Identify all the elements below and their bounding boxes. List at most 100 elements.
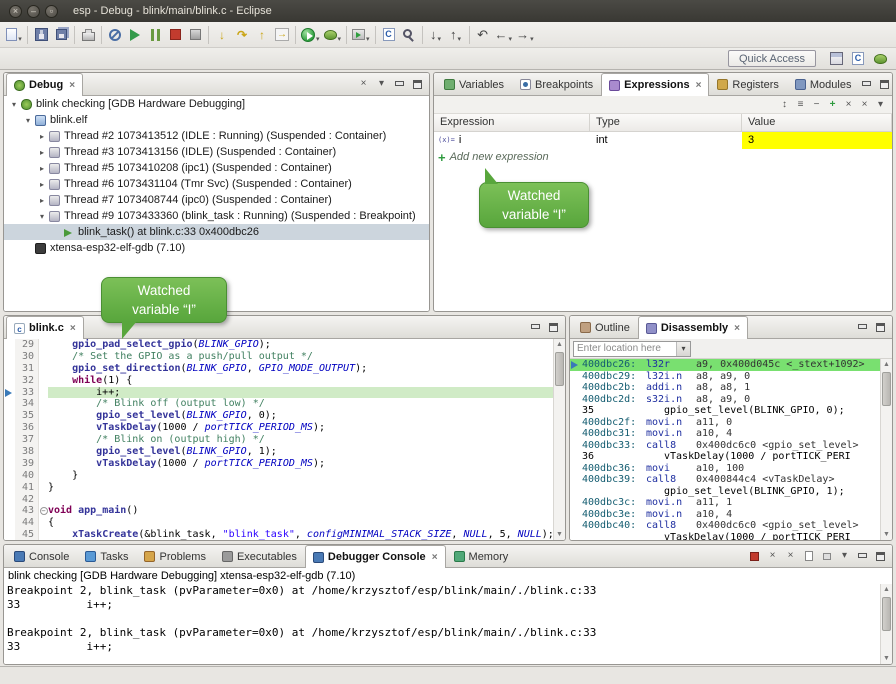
debug-tree-item[interactable]: ▾Thread #9 1073433360 (blink_task : Runn… [4,208,429,224]
debug-tree-item[interactable]: blink_task() at blink.c:33 0x400dbc26 [4,224,429,240]
breakpoint-gutter[interactable] [4,422,15,434]
disassembly-line[interactable]: 400dbc2d:s32i.na8, a9, 0 [570,394,880,406]
breakpoint-gutter[interactable] [4,482,15,494]
scrollbar-thumb[interactable] [882,597,891,631]
disassembly-line[interactable]: vTaskDelay(1000 / portTICK_PERI [570,532,880,541]
minimize-icon[interactable] [392,76,407,92]
minimize-icon[interactable] [859,76,874,92]
scroll-up-icon[interactable]: ▲ [881,584,892,595]
view-menu-icon[interactable]: ▾ [374,76,389,92]
add-new-expression-icon[interactable]: + [825,97,840,113]
show-type-names-icon[interactable]: ↕ [777,97,792,113]
next-annotation-button[interactable]: ↓▾ [426,24,446,46]
breakpoint-gutter[interactable] [4,351,15,363]
terminate-icon[interactable] [747,548,762,564]
debug-button[interactable]: ▾ [322,24,344,46]
save-button[interactable] [31,24,51,46]
breakpoint-gutter[interactable] [4,434,15,446]
tab-console[interactable]: Console [6,545,77,567]
code-text[interactable]: xTaskCreate(&blink_task, "blink_task", c… [48,529,553,540]
breakpoint-gutter[interactable] [4,398,15,410]
close-tab-icon[interactable]: × [69,80,75,91]
close-tab-icon[interactable]: × [734,323,740,334]
breakpoint-gutter[interactable] [4,363,15,375]
scrollbar-thumb[interactable] [882,372,891,406]
code-text[interactable]: void app_main() [48,505,553,517]
expand-icon[interactable]: ▸ [36,148,48,157]
expand-icon[interactable]: ▸ [36,164,48,173]
remove-launch-icon[interactable]: × [765,548,780,564]
breakpoint-gutter[interactable] [4,410,15,422]
breakpoint-gutter[interactable] [4,505,15,517]
instruction-stepping-button[interactable]: → [272,24,292,46]
external-tools-button[interactable]: ▾ [350,24,372,46]
code-text[interactable]: /* Blink off (output low) */ [48,398,553,410]
breakpoint-gutter[interactable] [4,339,15,351]
breakpoint-gutter[interactable] [4,446,15,458]
scroll-up-icon[interactable]: ▲ [881,359,892,370]
debug-tree-item[interactable]: ▸Thread #7 1073408744 (ipc0) (Suspended … [4,192,429,208]
scroll-down-icon[interactable]: ▼ [881,529,892,540]
scroll-down-icon[interactable]: ▼ [881,653,892,664]
breakpoint-gutter[interactable] [4,517,15,529]
debug-tree-item[interactable]: ▸Thread #5 1073410208 (ipc1) (Suspended … [4,160,429,176]
close-tab-icon[interactable]: × [70,323,76,334]
quick-access-button[interactable]: Quick Access [728,50,816,67]
skip-all-breakpoints-button[interactable] [105,24,125,46]
disassembly-line[interactable]: 400dbc29:l32i.na8, a9, 0 [570,371,880,383]
resume-button[interactable] [125,24,145,46]
disassembly-line[interactable]: 400dbc36:movia10, 100 [570,463,880,475]
disassembly-line[interactable]: 400dbc33:call80x400dc6c0 <gpio_set_level… [570,440,880,452]
tab-outline[interactable]: Outline [572,316,638,338]
debug-perspective-button[interactable] [870,48,890,70]
view-menu-icon[interactable]: ▾ [837,548,852,564]
search-button[interactable] [399,24,419,46]
debug-tree-item[interactable]: ▾blink.elf [4,112,429,128]
code-text[interactable]: gpio_set_direction(BLINK_GPIO, GPIO_MODE… [48,363,553,375]
terminate-button[interactable] [165,24,185,46]
code-text[interactable]: } [48,482,553,494]
scroll-lock-icon[interactable] [819,548,834,564]
tab-disassembly[interactable]: Disassembly× [638,316,748,339]
show-logical-structures-icon[interactable]: ≡ [793,97,808,113]
breakpoint-gutter[interactable] [4,387,15,399]
disassembly-line[interactable]: 36vTaskDelay(1000 / portTICK_PERI [570,451,880,463]
editor-lines[interactable]: 29 gpio_pad_select_gpio(BLINK_GPIO);30 /… [4,339,553,540]
tab-modules[interactable]: Modules [787,73,860,95]
disassembly-lines[interactable]: 400dbc26:l32ra9, 0x400d045c <_stext+1092… [570,359,880,540]
disassembly-line[interactable]: 400dbc31:movi.na10, 4 [570,428,880,440]
expand-icon[interactable]: ▸ [36,196,48,205]
vertical-scrollbar[interactable]: ▲ ▼ [880,584,892,664]
maximize-icon[interactable] [546,319,561,335]
remove-all-terminated-icon[interactable]: × [783,548,798,564]
collapse-icon[interactable]: ▾ [8,100,20,109]
collapse-icon[interactable]: ▾ [22,116,34,125]
column-header-type[interactable]: Type [590,114,742,131]
c-cpp-perspective-button[interactable]: C [848,48,868,70]
last-edit-location-button[interactable]: ↶ [473,24,493,46]
minimize-icon[interactable] [855,548,870,564]
code-text[interactable]: gpio_pad_select_gpio(BLINK_GPIO); [48,339,553,351]
window-maximize-button[interactable]: ▫ [45,5,58,18]
maximize-icon[interactable] [877,76,892,92]
tab-problems[interactable]: Problems [136,545,213,567]
disassembly-line[interactable]: 35gpio_set_level(BLINK_GPIO, 0); [570,405,880,417]
breakpoint-gutter[interactable] [4,458,15,470]
window-minimize-button[interactable]: – [27,5,40,18]
debug-tree-item[interactable]: ▾blink checking [GDB Hardware Debugging] [4,96,429,112]
disconnect-button[interactable] [185,24,205,46]
scrollbar-thumb[interactable] [555,352,564,386]
tab-debugger-console[interactable]: Debugger Console× [305,545,446,568]
location-input[interactable]: Enter location here ▾ [573,341,691,357]
breakpoint-gutter[interactable] [4,375,15,387]
code-text[interactable] [48,494,553,506]
remove-all-terminated-icon[interactable]: × [356,76,371,92]
remove-all-expressions-icon[interactable]: × [857,97,872,113]
maximize-icon[interactable] [410,76,425,92]
expand-icon[interactable]: ▸ [36,180,48,189]
view-menu-icon[interactable]: ▾ [873,97,888,113]
maximize-icon[interactable] [873,319,888,335]
forward-button[interactable]: →▾ [514,24,536,46]
disassembly-line[interactable]: 400dbc3c:movi.na11, 1 [570,497,880,509]
back-button[interactable]: ←▾ [493,24,515,46]
